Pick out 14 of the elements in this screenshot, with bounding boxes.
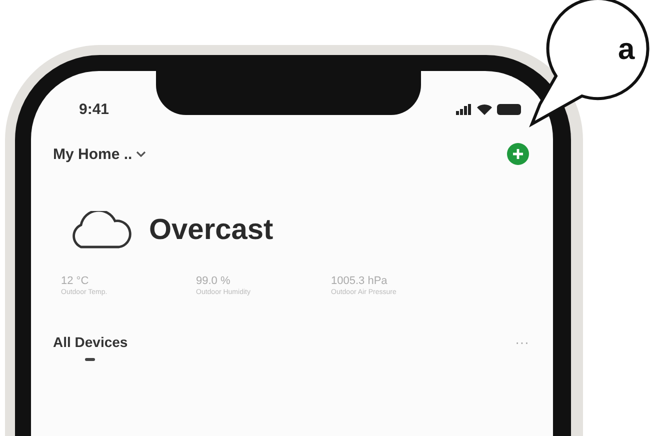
- callout-label: a: [618, 33, 635, 67]
- home-selector[interactable]: My Home ..: [53, 146, 146, 162]
- stat-value: 1005.3 hPa: [331, 275, 388, 287]
- plus-icon: [512, 148, 524, 160]
- add-button[interactable]: [507, 143, 529, 165]
- battery-icon: [497, 104, 521, 114]
- stat-value: 12 °C: [61, 275, 90, 287]
- chevron-down-icon: [136, 151, 146, 157]
- wifi-icon: [477, 104, 492, 114]
- devices-tab[interactable]: All Devices: [53, 334, 128, 367]
- stat-value: 99.0 %: [196, 275, 232, 287]
- signal-icon: [456, 104, 472, 114]
- status-time: 9:41: [79, 100, 110, 118]
- weather-condition: Overcast: [149, 214, 274, 246]
